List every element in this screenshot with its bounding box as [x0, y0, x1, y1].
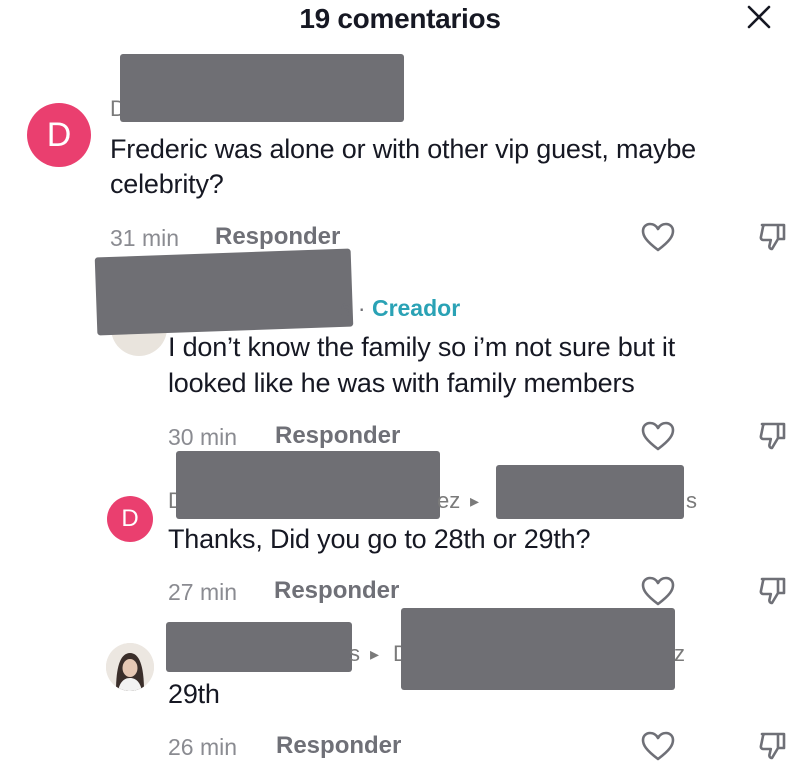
- reply-arrow-icon: ▸: [470, 491, 480, 511]
- comments-title: 19 comentarios: [299, 3, 501, 34]
- username-fragment: ez: [437, 488, 461, 513]
- reply-button[interactable]: Responder: [274, 577, 399, 605]
- heart-outline-icon[interactable]: [640, 221, 676, 253]
- comment-text: looked like he was with family members: [168, 368, 635, 398]
- thumbs-down-icon[interactable]: [757, 575, 789, 607]
- heart-outline-icon[interactable]: [640, 575, 676, 607]
- reply-button[interactable]: Responder: [276, 732, 401, 760]
- comment-time: 26 min: [168, 734, 238, 760]
- comment-text: celebrity?: [110, 169, 224, 199]
- comment-text: I don’t know the family so i’m not sure …: [168, 332, 676, 362]
- username-redaction: [94, 248, 354, 336]
- avatar[interactable]: [106, 643, 154, 691]
- avatar[interactable]: D: [27, 103, 91, 167]
- avatar[interactable]: D: [107, 496, 153, 542]
- comment-text: Thanks, Did you go to 28th or 29th?: [168, 524, 591, 554]
- heart-outline-icon[interactable]: [640, 420, 676, 452]
- comment-time: 30 min: [168, 424, 238, 450]
- close-icon[interactable]: [744, 2, 774, 32]
- reply-button[interactable]: Responder: [215, 223, 340, 251]
- avatar-letter: D: [46, 116, 72, 154]
- username-redaction: [120, 54, 404, 122]
- username-fragment: s: [349, 641, 360, 666]
- thumbs-down-icon[interactable]: [757, 420, 789, 452]
- avatar-letter: D: [121, 505, 139, 532]
- username-fragment: s: [686, 488, 697, 513]
- username-redaction: [401, 608, 675, 690]
- username-fragment: s: [340, 295, 352, 321]
- reply-arrow-icon: ▸: [370, 644, 380, 664]
- comment-text: 29th: [168, 679, 220, 709]
- heart-outline-icon[interactable]: [640, 730, 676, 762]
- reply-button[interactable]: Responder: [275, 422, 400, 450]
- separator-dot: ·: [357, 295, 366, 321]
- username-redaction: [166, 622, 352, 672]
- creator-badge: Creador: [371, 295, 461, 321]
- comment-time: 31 min: [110, 225, 180, 251]
- thumbs-down-icon[interactable]: [757, 730, 789, 762]
- creator-line: s · Creador: [340, 294, 460, 322]
- username-redaction: [496, 465, 684, 519]
- username-redaction: [176, 451, 440, 519]
- comment-time: 27 min: [168, 579, 238, 605]
- thumbs-down-icon[interactable]: [757, 221, 789, 253]
- username-fragment: z: [674, 641, 685, 666]
- comment-text: Frederic was alone or with other vip gue…: [110, 134, 696, 164]
